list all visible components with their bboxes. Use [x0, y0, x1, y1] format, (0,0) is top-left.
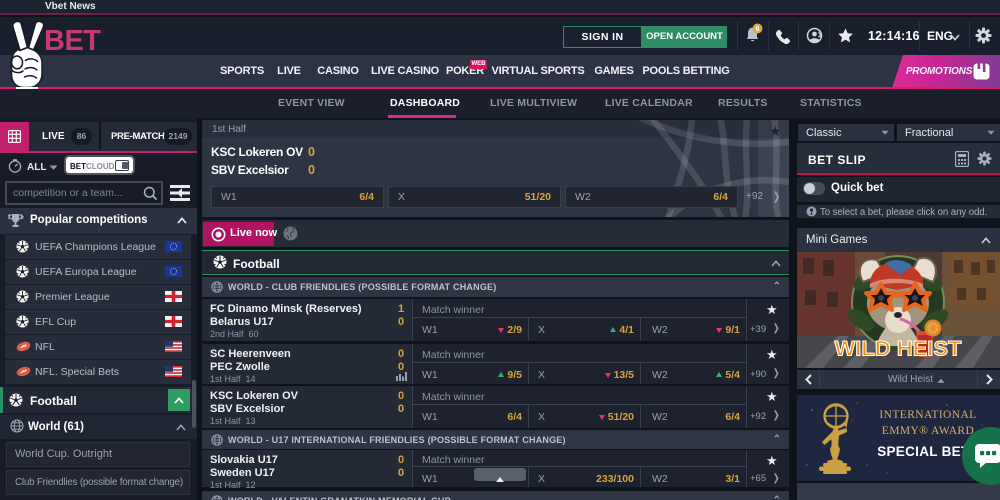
svg-text:ʫ: ʫ — [21, 215, 25, 221]
svg-text:6: 6 — [756, 26, 760, 33]
svg-text:WILD HEIST: WILD HEIST — [835, 337, 962, 360]
svg-text:3: 3 — [8, 215, 11, 221]
